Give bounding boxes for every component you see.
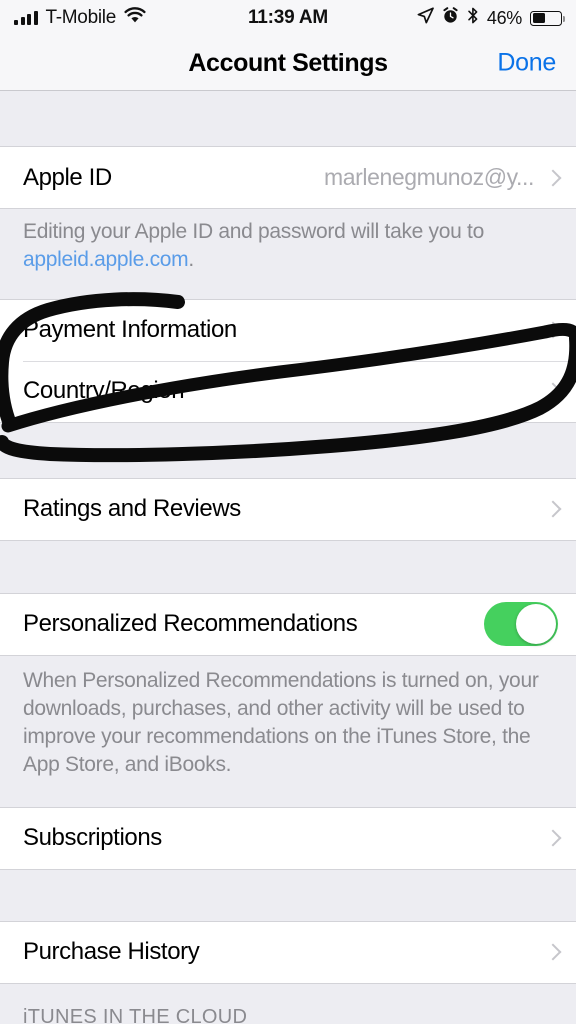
country-region-label: Country/Region <box>23 377 185 405</box>
personalized-group: Personalized Recommendations <box>0 592 576 656</box>
spacer-before-payment <box>0 289 576 299</box>
apple-id-group: Apple ID marlenegmunoz@y... <box>0 146 576 209</box>
row-apple-id[interactable]: Apple ID marlenegmunoz@y... <box>0 147 576 208</box>
apple-id-label: Apple ID <box>23 163 112 191</box>
row-subscriptions[interactable]: Subscriptions <box>0 807 576 869</box>
subscriptions-label: Subscriptions <box>23 824 162 852</box>
navigation-bar: Account Settings Done <box>0 36 576 91</box>
row-country-region[interactable]: Country/Region <box>0 360 576 422</box>
toggle-knob <box>516 604 556 645</box>
row-payment-information[interactable]: Payment Information <box>0 299 576 361</box>
footnote-text-suffix: . <box>188 247 194 271</box>
battery-icon <box>530 10 566 26</box>
itunes-in-the-cloud-header: iTUNES IN THE CLOUD <box>0 983 576 1024</box>
chevron-right-icon <box>546 828 558 848</box>
spacer-before-subscriptions <box>0 796 576 807</box>
apple-id-footnote: Editing your Apple ID and password will … <box>0 209 576 290</box>
row-ratings-and-reviews[interactable]: Ratings and Reviews <box>0 478 576 540</box>
personalized-recommendations-label: Personalized Recommendations <box>23 610 358 638</box>
ratings-group: Ratings and Reviews <box>0 477 576 541</box>
battery-percent-label: 46% <box>486 7 522 28</box>
status-bar-right: 46% <box>417 0 566 36</box>
page-title: Account Settings <box>188 48 388 77</box>
chevron-right-icon <box>546 381 558 401</box>
done-button[interactable]: Done <box>497 49 556 78</box>
chevron-right-icon <box>546 499 558 519</box>
chevron-right-icon <box>546 168 558 188</box>
subscriptions-group: Subscriptions <box>0 806 576 870</box>
status-bar: T-Mobile 11:39 AM 46% <box>0 0 576 36</box>
chevron-right-icon <box>546 942 558 962</box>
ratings-and-reviews-label: Ratings and Reviews <box>23 495 241 523</box>
row-purchase-history[interactable]: Purchase History <box>0 921 576 983</box>
personalized-recommendations-toggle[interactable] <box>484 602 558 647</box>
alarm-clock-icon <box>442 7 459 29</box>
payment-information-label: Payment Information <box>23 316 237 344</box>
footnote-text-prefix: Editing your Apple ID and password will … <box>23 220 484 243</box>
spacer-before-ratings <box>0 422 576 478</box>
spacer-before-purchase-history <box>0 869 576 921</box>
purchase-history-label: Purchase History <box>23 938 200 966</box>
location-arrow-icon <box>417 7 434 29</box>
phone-screen: T-Mobile 11:39 AM 46% Account Settings D… <box>0 0 576 1024</box>
top-spacer <box>0 91 576 146</box>
bluetooth-icon <box>467 7 479 29</box>
spacer-before-personalized <box>0 540 576 593</box>
purchase-history-group: Purchase History <box>0 920 576 984</box>
apple-id-value: marlenegmunoz@y... <box>323 164 534 190</box>
appleid-link[interactable]: appleid.apple.com <box>23 248 189 271</box>
chevron-right-icon <box>546 320 558 340</box>
personalized-footnote: When Personalized Recommendations is tur… <box>0 655 576 797</box>
row-personalized-recommendations[interactable]: Personalized Recommendations <box>0 593 576 655</box>
payment-group: Payment Information Country/Region <box>0 298 576 423</box>
